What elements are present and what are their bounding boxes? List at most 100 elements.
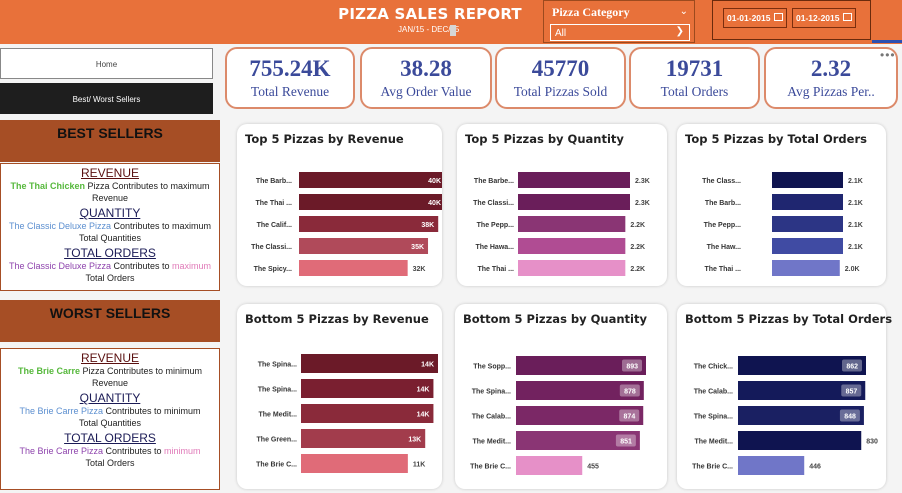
category-label: The Chick... — [694, 364, 733, 371]
category-value: All — [555, 28, 567, 39]
category-label: The Spina... — [694, 414, 733, 421]
bar[interactable] — [772, 238, 843, 254]
date-range-slicer: 01-01-2015 01-12-2015 — [712, 0, 871, 40]
data-label: 14K — [417, 412, 430, 419]
bar[interactable] — [299, 238, 429, 254]
category-label: The Class... — [702, 178, 741, 185]
data-label: 38K — [421, 222, 434, 229]
data-label: 878 — [624, 389, 636, 396]
data-label: 2.3K — [635, 178, 650, 185]
start-date-input[interactable]: 01-01-2015 — [723, 8, 787, 28]
category-label: The Medit... — [473, 439, 512, 446]
chevron-down-icon: ❯ — [675, 26, 684, 37]
data-label: 32K — [413, 266, 426, 273]
chevron-down-icon[interactable]: ⌄ — [680, 6, 688, 17]
category-label: The Barb... — [705, 200, 741, 207]
bar[interactable] — [299, 260, 408, 276]
kpi-value: 755.24K — [249, 56, 331, 81]
category-label: The Barb... — [256, 178, 292, 185]
worst-sellers-panel: REVENUE The Brie Carre Pizza Contributes… — [0, 348, 220, 490]
category-label: The Medit... — [259, 412, 298, 419]
kpi-label: Total Revenue — [250, 84, 330, 99]
data-label: 893 — [626, 364, 638, 371]
top5-revenue-chart: Top 5 Pizzas by Revenue The Barb... 40K The… — [237, 124, 442, 286]
category-label: The Barbe... — [474, 178, 514, 185]
bar[interactable] — [738, 431, 862, 450]
worst-revenue-text: The Brie Carre Pizza Contributes to mini… — [17, 366, 203, 376]
worst-orders-text: The Brie Carre Pizza Contributes to mini… — [19, 446, 201, 456]
bar[interactable] — [772, 172, 843, 188]
worst-quantity-title: QUANTITY — [79, 391, 141, 405]
home-button[interactable]: Home — [0, 48, 213, 79]
category-label: The Sopp... — [473, 364, 511, 371]
bar-chart-plot: The Class... 2.1K The Barb... 2.1K The Pepp.… — [702, 172, 863, 276]
kpi-value: 45770 — [531, 56, 590, 81]
data-label: 2.1K — [848, 244, 863, 251]
kpi-total-orders: 19731 Total Orders — [629, 47, 760, 109]
bar[interactable] — [518, 216, 626, 232]
bar[interactable] — [299, 172, 442, 188]
best-revenue-text: The Thai Chicken Pizza Contributes to ma… — [10, 181, 210, 191]
category-label: Pizza Category — [552, 5, 630, 19]
bar[interactable] — [772, 216, 843, 232]
data-label: 857 — [846, 389, 858, 396]
worst-orders-pizza: The Brie Carre Pizza — [19, 446, 103, 456]
bar[interactable] — [518, 238, 626, 254]
kpi-label: Avg Order Value — [380, 84, 472, 99]
worst-revenue-title: REVENUE — [80, 351, 139, 365]
bar[interactable] — [301, 429, 426, 448]
best-worst-sellers-button[interactable]: Best/ Worst Sellers — [0, 83, 213, 114]
bar[interactable] — [518, 194, 630, 210]
bar[interactable] — [738, 456, 805, 475]
best-quantity-pizza: The Classic Deluxe Pizza — [8, 221, 111, 231]
bar[interactable] — [772, 260, 840, 276]
category-dropdown[interactable]: All ❯ — [550, 24, 690, 41]
bar-chart-plot: The Sopp... 893 The Spina... 878 The Calab..… — [470, 356, 646, 475]
category-label: The Thai ... — [255, 200, 292, 207]
bar[interactable] — [518, 260, 626, 276]
bar[interactable] — [299, 216, 439, 232]
category-label: The Pepp... — [477, 222, 514, 229]
calendar-icon[interactable] — [774, 13, 783, 21]
data-label: 13K — [408, 437, 421, 444]
scroll-handle[interactable] — [450, 25, 456, 36]
bar[interactable] — [301, 354, 438, 373]
data-label: 455 — [587, 464, 599, 471]
bar[interactable] — [518, 172, 630, 188]
category-label: The Calif... — [257, 222, 292, 229]
bar[interactable] — [772, 194, 843, 210]
category-label: The Brie C... — [692, 464, 733, 471]
header-bar: PIZZA SALES REPORT JAN/15 - DEC/15 Pizza… — [0, 0, 902, 44]
bar-chart-plot: The Chick... 862 The Calab... 857 The Spina.… — [692, 356, 878, 475]
kpi-value: 38.28 — [400, 56, 452, 81]
start-date-value: 01-01-2015 — [727, 13, 771, 23]
top5-orders-chart: Top 5 Pizzas by Total Orders The Class...… — [677, 124, 886, 286]
data-label: 2.1K — [848, 200, 863, 207]
worst-orders-title: TOTAL ORDERS — [64, 431, 156, 445]
data-label: 446 — [809, 464, 821, 471]
top5-quantity-chart: Top 5 Pizzas by Quantity The Barbe... 2.3K… — [457, 124, 667, 286]
bar[interactable] — [301, 454, 408, 473]
data-label: 11K — [413, 462, 425, 469]
best-orders-text: The Classic Deluxe Pizza Contributes to … — [8, 261, 212, 271]
calendar-icon[interactable] — [843, 13, 852, 21]
bar[interactable] — [516, 456, 583, 475]
bar[interactable] — [299, 194, 442, 210]
bar[interactable] — [301, 404, 434, 423]
kpi-label: Total Orders — [660, 84, 729, 99]
best-orders-pizza: The Classic Deluxe Pizza — [8, 261, 111, 271]
best-revenue-pizza: The Thai Chicken — [10, 181, 85, 191]
data-label: 2.2K — [630, 244, 645, 251]
end-date-input[interactable]: 01-12-2015 — [792, 8, 856, 28]
category-label: The Hawa... — [475, 244, 514, 251]
data-label: 830 — [866, 439, 878, 446]
data-label: 35K — [411, 244, 424, 251]
kpi-value: 2.32 — [810, 56, 852, 81]
category-label: The Classi... — [251, 244, 292, 251]
data-label: 848 — [844, 414, 856, 421]
bar[interactable] — [301, 379, 434, 398]
data-label: 14K — [421, 362, 434, 369]
ellipsis-icon[interactable]: ••• — [880, 48, 896, 62]
category-label: The Spina... — [258, 387, 297, 394]
category-label: The Brie C... — [470, 464, 511, 471]
